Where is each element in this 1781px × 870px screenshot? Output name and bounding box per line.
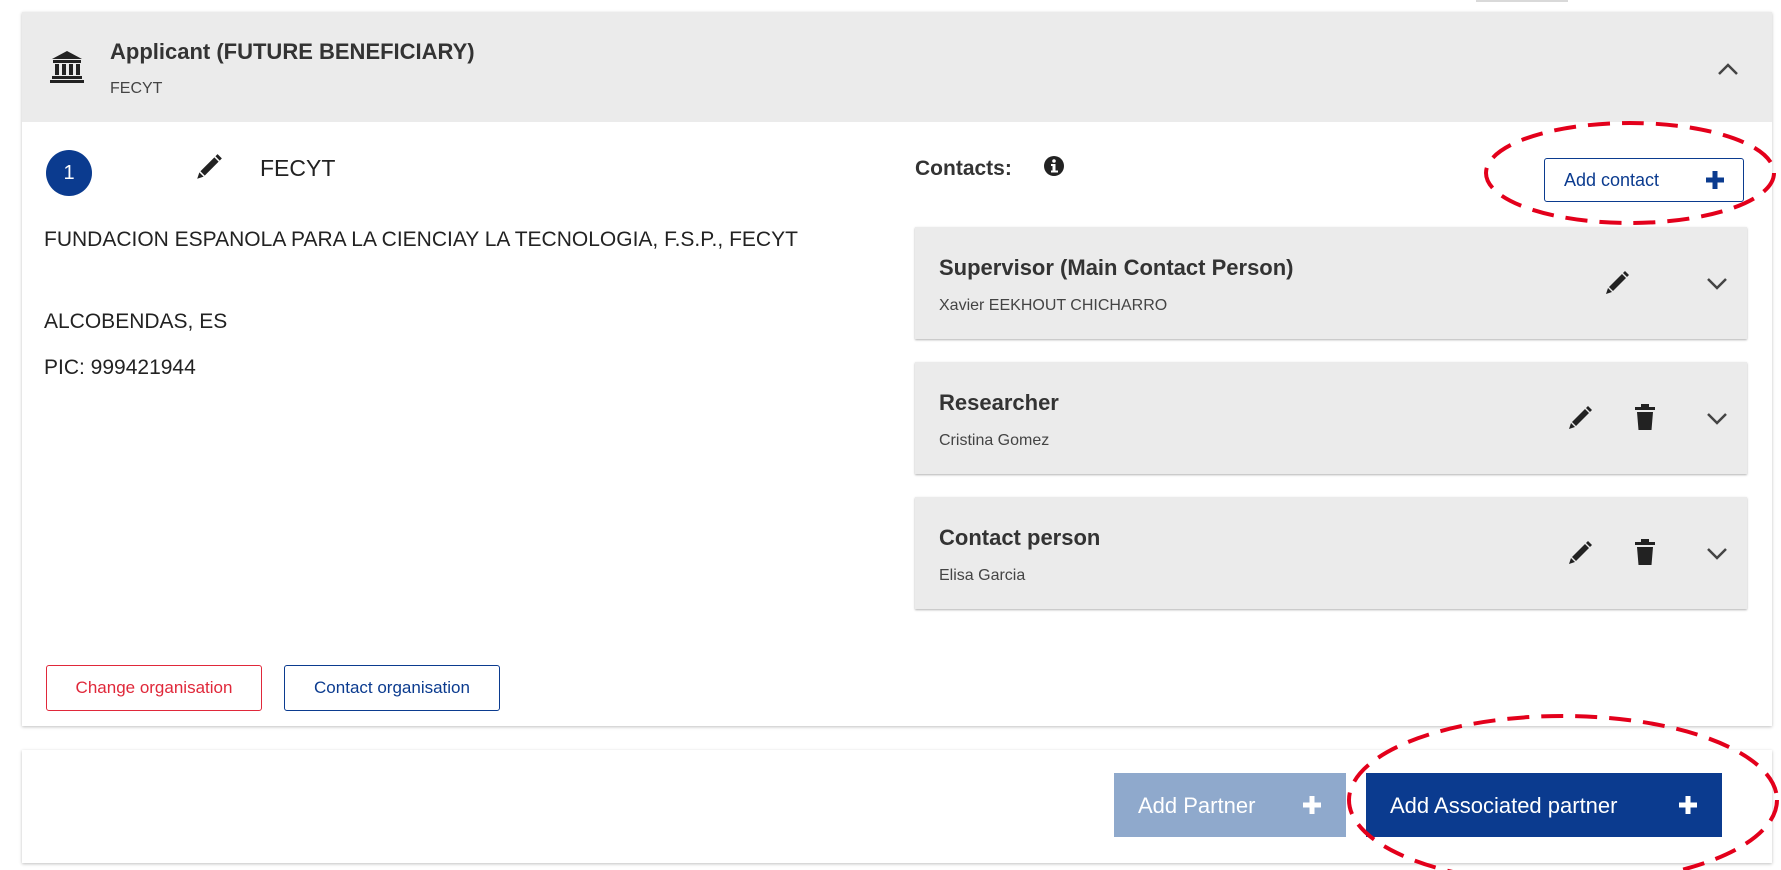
contact-name: Cristina Gomez: [939, 432, 1050, 449]
chevron-up-icon[interactable]: [1710, 54, 1746, 84]
add-associated-partner-label: Add Associated partner: [1390, 793, 1618, 818]
contact-role: Supervisor (Main Contact Person): [939, 255, 1294, 280]
contact-card: Contact person Elisa Garcia: [915, 497, 1747, 609]
change-organisation-button[interactable]: Change organisation: [46, 665, 262, 711]
info-icon[interactable]: [1043, 155, 1065, 177]
plus-icon: [1303, 796, 1321, 814]
add-contact-label: Add contact: [1564, 170, 1660, 190]
organisation-location: ALCOBENDAS, ES: [44, 310, 228, 333]
add-contact-button[interactable]: Add contact: [1544, 158, 1744, 202]
trash-icon[interactable]: [1633, 538, 1657, 566]
organisation-number-badge: 1: [46, 150, 92, 196]
contact-role: Contact person: [939, 525, 1101, 550]
contact-card: Supervisor (Main Contact Person) Xavier …: [915, 227, 1747, 339]
plus-icon: [1679, 796, 1697, 814]
chevron-down-icon[interactable]: [1702, 271, 1732, 295]
pencil-icon[interactable]: [194, 152, 224, 182]
contact-role: Researcher: [939, 390, 1059, 415]
top-divider: [1476, 0, 1568, 2]
plus-icon: [1706, 171, 1724, 189]
pencil-icon[interactable]: [1566, 539, 1594, 567]
applicant-panel-title: Applicant (FUTURE BENEFICIARY): [110, 39, 475, 64]
applicant-panel-subtitle: FECYT: [110, 80, 163, 97]
trash-icon[interactable]: [1633, 403, 1657, 431]
applicant-panel-header[interactable]: Applicant (FUTURE BENEFICIARY) FECYT: [22, 12, 1772, 122]
organisation-short-name: FECYT: [260, 155, 336, 181]
pencil-icon[interactable]: [1603, 269, 1631, 297]
contact-name: Elisa Garcia: [939, 567, 1026, 584]
pencil-icon[interactable]: [1566, 404, 1594, 432]
add-partner-button[interactable]: Add Partner: [1114, 773, 1346, 837]
add-partner-label: Add Partner: [1138, 793, 1256, 818]
chevron-down-icon[interactable]: [1702, 406, 1732, 430]
chevron-down-icon[interactable]: [1702, 541, 1732, 565]
contact-name: Xavier EEKHOUT CHICHARRO: [939, 297, 1168, 314]
bank-icon: [50, 51, 84, 83]
organisation-pic: PIC: 999421944: [44, 356, 196, 379]
contact-organisation-button[interactable]: Contact organisation: [284, 665, 500, 711]
add-associated-partner-button[interactable]: Add Associated partner: [1366, 773, 1722, 837]
applicant-panel: Applicant (FUTURE BENEFICIARY) FECYT 1 F…: [22, 12, 1772, 726]
organisation-full-name: FUNDACION ESPANOLA PARA LA CIENCIAY LA T…: [44, 228, 798, 251]
contact-card: Researcher Cristina Gomez: [915, 362, 1747, 474]
contacts-label: Contacts:: [915, 157, 1012, 180]
